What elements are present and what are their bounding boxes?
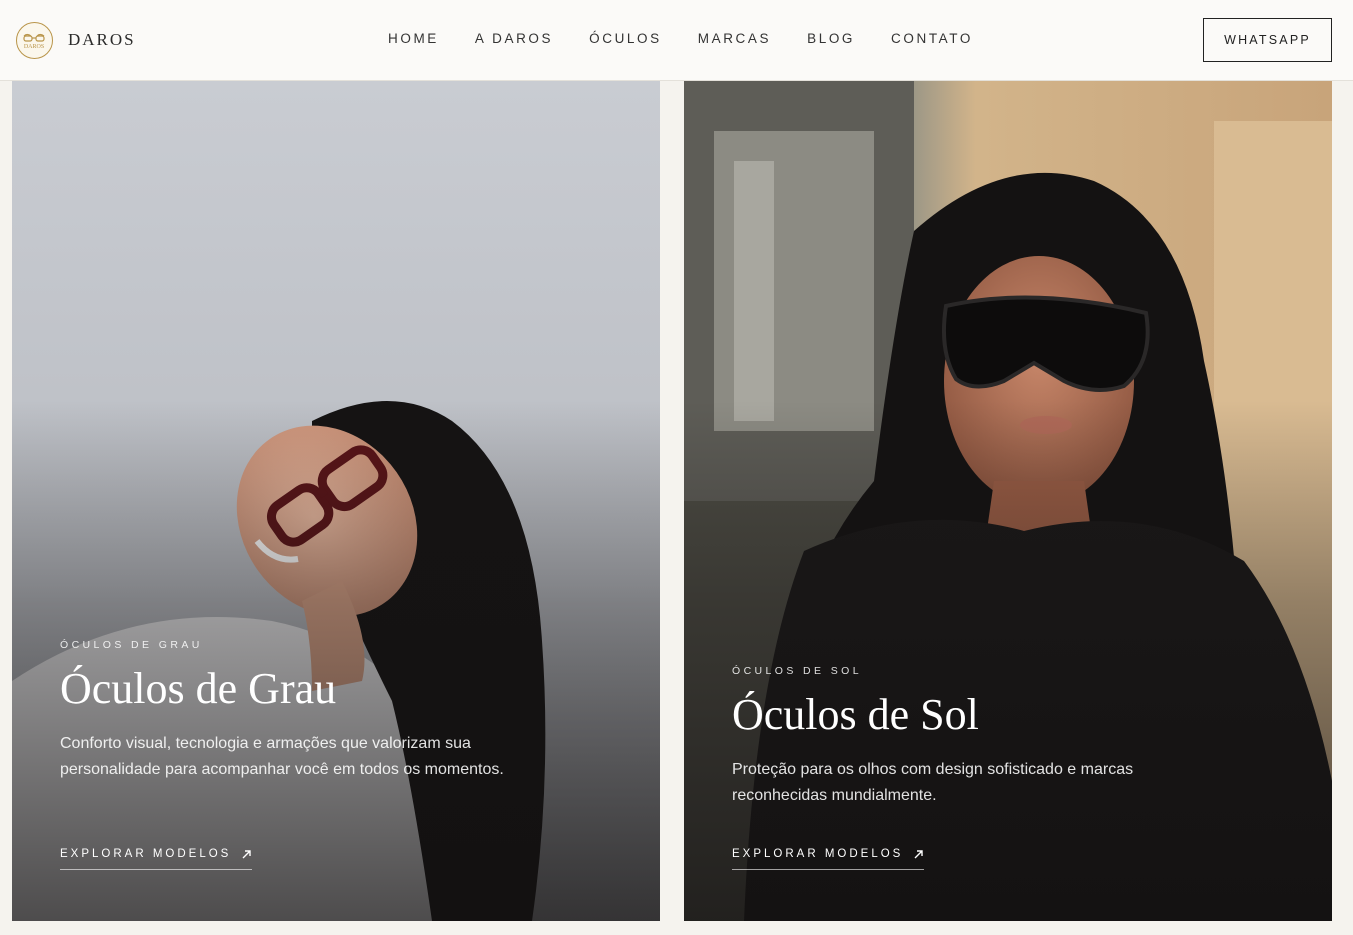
- card-content: ÓCULOS DE SOL Óculos de Sol Proteção par…: [732, 665, 1252, 809]
- card-gradient-overlay: [12, 81, 660, 921]
- nav-item-oculos[interactable]: ÓCULOS: [589, 31, 662, 46]
- explore-models-link-grau[interactable]: EXPLORAR MODELOS: [60, 848, 253, 870]
- site-header: DAROS DAROS HOME A DAROS ÓCULOS MARCAS B…: [0, 0, 1353, 81]
- arrow-up-right-icon: [242, 849, 252, 858]
- card-content: ÓCULOS DE GRAU Óculos de Grau Conforto v…: [60, 639, 580, 783]
- card-eyebrow: ÓCULOS DE SOL: [732, 665, 862, 677]
- explore-models-link-sol[interactable]: EXPLORAR MODELOS: [732, 848, 925, 870]
- logo-icon[interactable]: DAROS: [16, 22, 53, 59]
- category-card-sol[interactable]: ÓCULOS DE SOL Óculos de Sol Proteção par…: [684, 81, 1332, 921]
- link-label: EXPLORAR MODELOS: [60, 848, 232, 860]
- nav-item-marcas[interactable]: MARCAS: [698, 31, 771, 46]
- nav-item-blog[interactable]: BLOG: [807, 31, 855, 46]
- main-nav: HOME A DAROS ÓCULOS MARCAS BLOG CONTATO: [388, 31, 973, 46]
- card-description: Proteção para os olhos com design sofist…: [732, 761, 1134, 805]
- arrow-up-right-icon: [914, 849, 924, 858]
- card-description: Conforto visual, tecnologia e armações q…: [60, 735, 504, 779]
- nav-item-a-daros[interactable]: A DAROS: [475, 31, 553, 46]
- logo-text[interactable]: DAROS: [68, 30, 136, 50]
- link-label: EXPLORAR MODELOS: [732, 848, 904, 860]
- svg-text:DAROS: DAROS: [24, 44, 44, 50]
- card-title: Óculos de Grau: [60, 664, 337, 713]
- nav-item-contato[interactable]: CONTATO: [891, 31, 973, 46]
- category-card-grau[interactable]: ÓCULOS DE GRAU Óculos de Grau Conforto v…: [12, 81, 660, 921]
- card-eyebrow: ÓCULOS DE GRAU: [60, 639, 203, 651]
- nav-item-home[interactable]: HOME: [388, 31, 439, 46]
- card-title: Óculos de Sol: [732, 690, 979, 739]
- whatsapp-button[interactable]: WHATSAPP: [1203, 18, 1332, 62]
